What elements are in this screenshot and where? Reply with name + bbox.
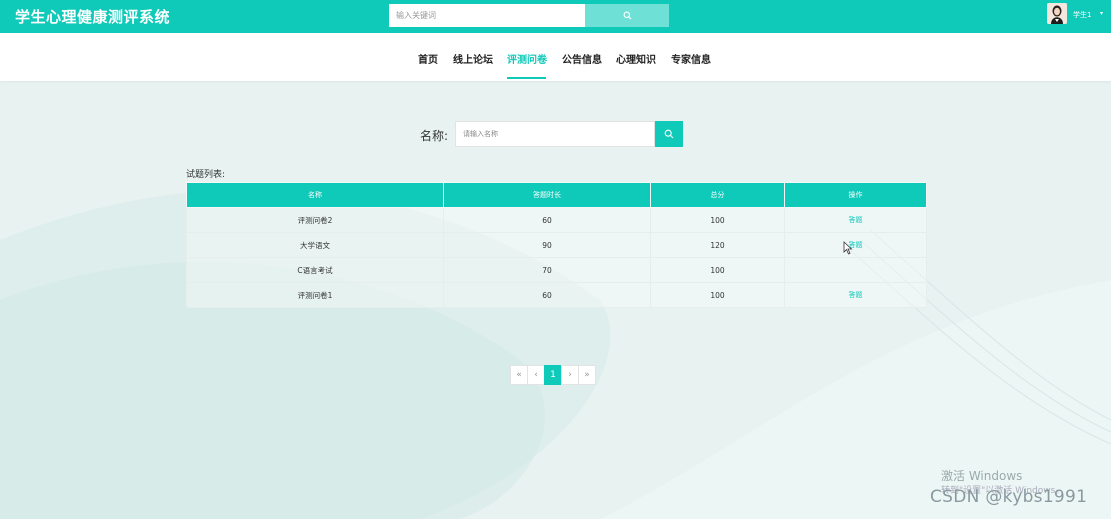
user-name[interactable]: 学生1 [1073,10,1091,20]
pagination: « ‹ 1 › » [510,365,596,385]
csdn-watermark: CSDN @kybs1991 [930,487,1088,507]
page-first-button[interactable]: « [510,365,528,385]
mouse-cursor-icon [843,241,853,255]
main-nav: 首页 线上论坛 评测问卷 公告信息 心理知识 专家信息 [0,33,1111,81]
table-row: 评测问卷1 60 100 答题 [186,282,927,308]
page-prev-button[interactable]: ‹ [527,365,545,385]
chevron-down-icon[interactable]: ▾ [1100,10,1103,17]
cell-score: 100 [650,257,785,283]
active-nav-underline [507,77,546,79]
answer-link[interactable]: 答题 [849,291,863,299]
nav-item-psych-knowledge[interactable]: 心理知识 [616,51,656,66]
table-row: 评测问卷2 60 100 答题 [186,207,927,233]
nav-item-questionnaire[interactable]: 评测问卷 [507,51,547,66]
nav-item-notices[interactable]: 公告信息 [562,51,602,66]
cell-score: 100 [650,207,785,233]
cell-name: 大学语文 [186,232,444,258]
cell-duration: 70 [443,257,651,283]
cell-operation: 答题 [784,282,927,308]
user-avatar-icon [1047,3,1067,24]
cell-duration: 90 [443,232,651,258]
cell-name: C语言考试 [186,257,444,283]
col-header-name: 名称 [186,182,444,208]
table-row: C语言考试 70 100 [186,257,927,283]
name-filter-label: 名称: [420,129,449,143]
answer-link[interactable]: 答题 [849,216,863,224]
keyword-search-button[interactable] [585,4,669,27]
avatar[interactable] [1047,3,1067,24]
col-header-operation: 操作 [784,182,927,208]
search-icon [664,129,674,139]
page-last-button[interactable]: » [578,365,596,385]
keyword-search-input[interactable] [389,4,585,27]
exam-table: 名称 答题时长 总分 操作 评测问卷2 60 100 答题 大学语文 90 12… [186,182,927,308]
cell-name: 评测问卷2 [186,207,444,233]
table-header-row: 名称 答题时长 总分 操作 [186,182,927,208]
windows-activation-watermark: 激活 Windows [941,469,1023,483]
cell-duration: 60 [443,207,651,233]
search-icon [623,11,631,20]
cell-score: 120 [650,232,785,258]
cell-operation [784,257,927,283]
col-header-score: 总分 [650,182,785,208]
cell-score: 100 [650,282,785,308]
top-bar: 学生心理健康测评系统 学生1 ▾ [0,0,1111,33]
table-row: 大学语文 90 120 答题 [186,232,927,258]
nav-item-experts[interactable]: 专家信息 [671,51,711,66]
cell-name: 评测问卷1 [186,282,444,308]
cell-operation: 答题 [784,232,927,258]
app-title: 学生心理健康测评系统 [15,8,171,26]
cell-operation: 答题 [784,207,927,233]
cell-duration: 60 [443,282,651,308]
page-current-button[interactable]: 1 [544,365,562,385]
nav-item-home[interactable]: 首页 [418,51,438,66]
nav-item-forum[interactable]: 线上论坛 [453,51,493,66]
list-caption: 试题列表: [186,170,226,180]
name-search-button[interactable] [655,121,683,147]
name-filter-input[interactable] [455,121,655,147]
page-next-button[interactable]: › [561,365,579,385]
col-header-duration: 答题时长 [443,182,651,208]
